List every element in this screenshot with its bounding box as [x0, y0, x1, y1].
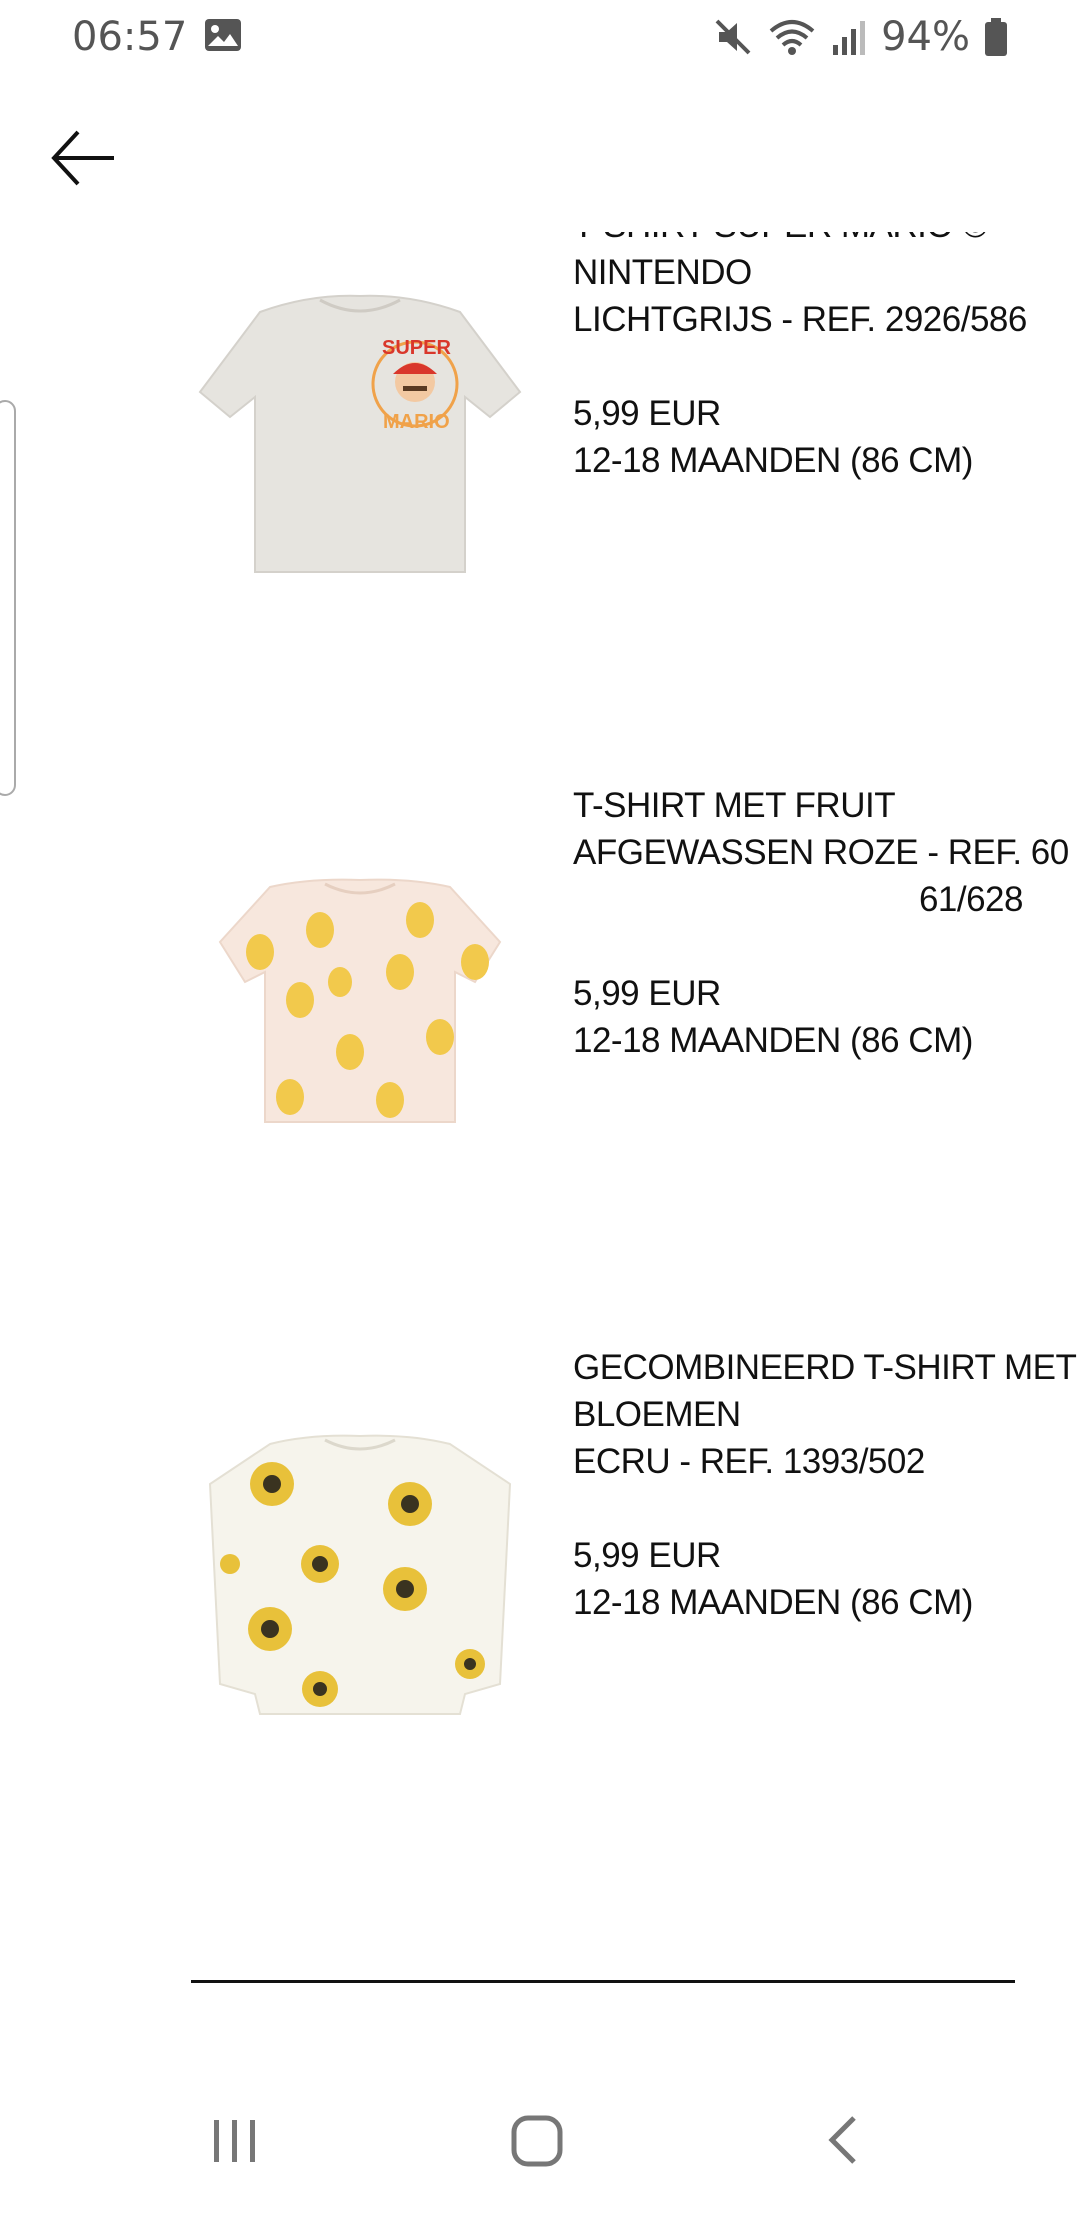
product-title-line1: GECOMBINEERD T-SHIRT MET — [573, 1348, 1077, 1387]
product-title-line1: T-SHIRT SUPER MARIO © — [573, 232, 1023, 249]
product-title-line1: T-SHIRT MET FRUIT — [573, 786, 896, 825]
product-color-ref-line2: 61/628 — [918, 880, 1024, 919]
top-bar — [0, 72, 1080, 232]
product-size: 12-18 MAANDEN (86 CM) — [573, 1021, 973, 1060]
product-info: T-SHIRT MET FRUIT AFGEWASSEN ROZE - REF.… — [573, 782, 1069, 1064]
signal-icon — [833, 21, 866, 55]
product-color-ref: LICHTGRIJS - REF. 2926/586 — [573, 300, 1027, 339]
back-icon[interactable] — [822, 2110, 862, 2170]
navigation-bar — [0, 2090, 1080, 2220]
product-list: SUPER MARIO T-SHIRT SUPER MARIO © NINTEN… — [0, 232, 1080, 1992]
battery-percent: 94% — [881, 14, 970, 60]
product-image-sunflower-tshirt[interactable] — [190, 1424, 530, 1724]
product-price: 5,99 EUR — [573, 974, 721, 1013]
list-divider — [191, 1980, 1015, 1983]
product-info: GECOMBINEERD T-SHIRT MET BLOEMEN ECRU - … — [573, 1344, 1077, 1626]
status-time: 06:57 — [72, 14, 188, 60]
product-title-line2: NINTENDO — [573, 253, 752, 292]
battery-icon — [985, 18, 1007, 56]
wifi-icon — [769, 20, 815, 55]
recent-apps-icon[interactable] — [210, 2110, 260, 2170]
gallery-icon — [205, 19, 241, 51]
product-price: 5,99 EUR — [573, 394, 721, 433]
product-color-ref: ECRU - REF. 1393/502 — [573, 1442, 925, 1481]
product-color-ref-line1: AFGEWASSEN ROZE - REF. 60 — [573, 833, 1069, 872]
back-arrow-icon[interactable] — [48, 126, 120, 190]
product-image-fruit-tshirt[interactable] — [190, 872, 530, 1132]
product-image-mario-tshirt[interactable]: SUPER MARIO — [190, 282, 530, 582]
svg-text:SUPER: SUPER — [382, 337, 451, 359]
status-icons: 94% — [713, 14, 1008, 60]
product-title-line2: BLOEMEN — [573, 1395, 741, 1434]
product-size: 12-18 MAANDEN (86 CM) — [573, 441, 973, 480]
status-bar: 06:57 94% — [0, 0, 1080, 72]
svg-text:MARIO: MARIO — [383, 411, 450, 433]
home-icon[interactable] — [510, 2110, 566, 2170]
product-info: T-SHIRT SUPER MARIO © NINTENDO LICHTGRIJ… — [573, 232, 1027, 484]
mute-icon — [715, 19, 751, 55]
product-price: 5,99 EUR — [573, 1536, 721, 1575]
product-size: 12-18 MAANDEN (86 CM) — [573, 1583, 973, 1622]
